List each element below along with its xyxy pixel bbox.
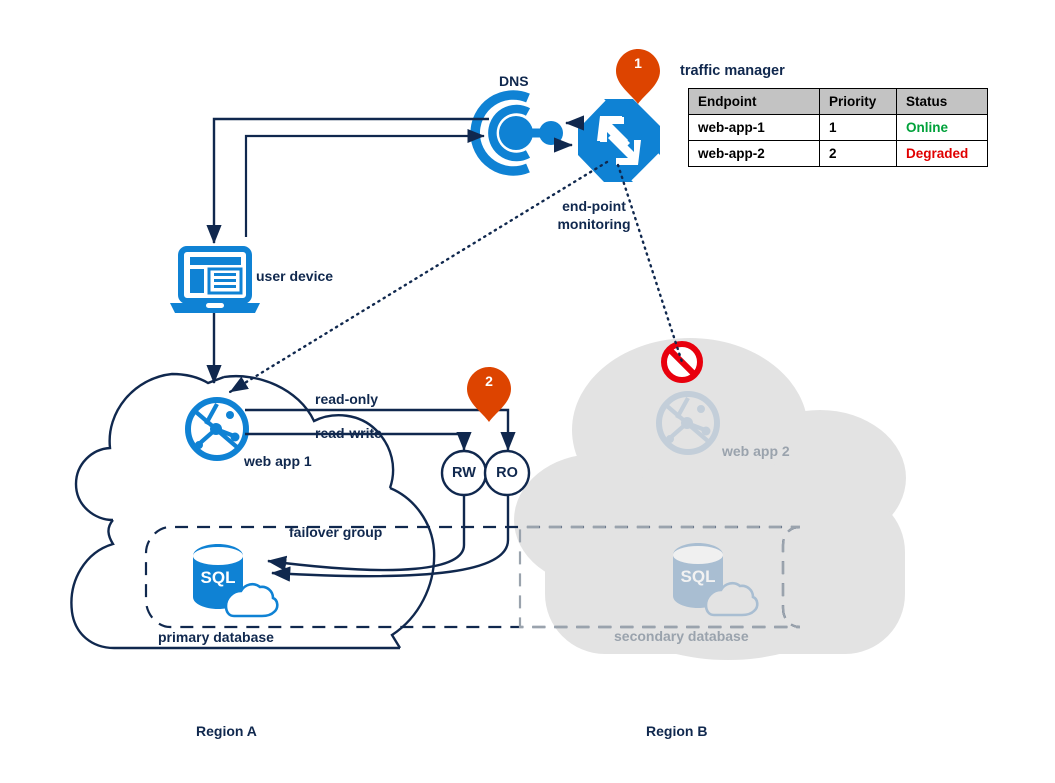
svg-text:SQL: SQL bbox=[201, 568, 236, 587]
badge-1-number: 1 bbox=[634, 55, 642, 71]
table-row: web-app-2 2 Degraded bbox=[688, 140, 988, 167]
table-header-row: Endpoint Priority Status bbox=[688, 88, 988, 115]
table-row: web-app-1 1 Online bbox=[688, 114, 988, 141]
user-device-label: user device bbox=[256, 268, 334, 284]
badge-2-number: 2 bbox=[485, 373, 493, 389]
ro-listener-label: RO bbox=[496, 465, 518, 481]
column-header-priority: Priority bbox=[819, 88, 897, 115]
traffic-manager-title: traffic manager bbox=[680, 63, 785, 79]
primary-database-label: primary database bbox=[158, 629, 274, 645]
read-only-label: read-only bbox=[315, 391, 379, 407]
column-header-status: Status bbox=[896, 88, 988, 115]
cell-endpoint: web-app-2 bbox=[688, 140, 820, 167]
traffic-manager-table: Endpoint Priority Status web-app-1 1 Onl… bbox=[688, 88, 988, 167]
failover-group-label: failover group bbox=[289, 524, 383, 540]
web-app-2-label: web app 2 bbox=[722, 443, 790, 459]
dns-label: DNS bbox=[499, 73, 529, 89]
sql-database-icon: SQL bbox=[193, 544, 279, 618]
dns-icon bbox=[470, 90, 563, 176]
web-app-1-label: web app 1 bbox=[244, 453, 312, 469]
region-a-label: Region A bbox=[196, 723, 257, 739]
rw-listener-label: RW bbox=[452, 465, 476, 481]
region-b-label: Region B bbox=[646, 723, 708, 739]
endpoint-monitoring-label-line2: monitoring bbox=[557, 216, 631, 232]
secondary-database-label: secondary database bbox=[614, 628, 749, 644]
read-write-label: read-write bbox=[315, 425, 382, 441]
web-app-icon bbox=[185, 397, 249, 461]
connector-dns-to-user-device bbox=[206, 117, 489, 244]
status-text: Online bbox=[906, 120, 949, 135]
cell-endpoint: web-app-1 bbox=[688, 114, 820, 141]
traffic-manager-icon[interactable] bbox=[576, 97, 662, 184]
no-entry-icon bbox=[661, 341, 703, 383]
status-text: Degraded bbox=[906, 146, 969, 161]
status-badge: Online bbox=[896, 114, 988, 141]
connector-user-device-to-dns bbox=[244, 128, 485, 237]
status-badge: Degraded bbox=[896, 140, 988, 167]
cell-priority: 1 bbox=[819, 114, 897, 141]
endpoint-monitoring-label-line1: end-point bbox=[562, 198, 626, 214]
svg-text:SQL: SQL bbox=[681, 567, 716, 586]
column-header-endpoint: Endpoint bbox=[688, 88, 820, 115]
cell-priority: 2 bbox=[819, 140, 897, 167]
diagram-canvas: SQL SQL DNS 1 2 traffic manager Endpoint… bbox=[0, 0, 1055, 783]
laptop-icon bbox=[170, 246, 260, 313]
